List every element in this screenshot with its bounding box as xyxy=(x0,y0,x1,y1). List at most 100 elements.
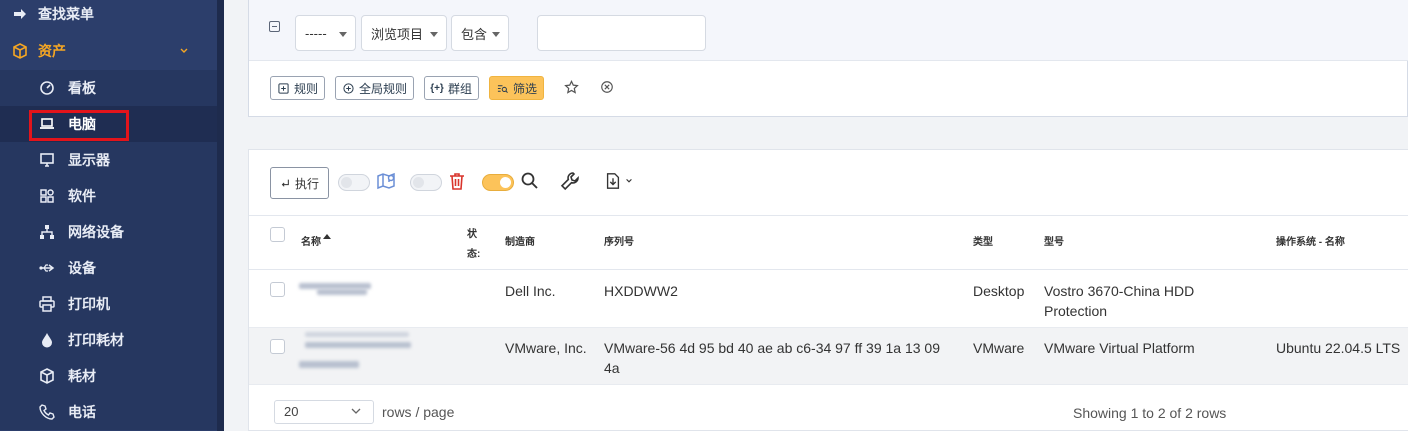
map-toggle[interactable] xyxy=(338,174,370,191)
manufacturer-cell: VMware, Inc. xyxy=(505,340,587,356)
sidebar-item-devices[interactable]: 设备 xyxy=(0,250,217,286)
table-row[interactable]: Dell Inc. HXDDWW2 Desktop Vostro 3670-Ch… xyxy=(249,271,1408,328)
rows-per-page-label: rows / page xyxy=(382,404,455,420)
trash-toggle[interactable] xyxy=(410,174,442,191)
sidebar-item-label: 设备 xyxy=(68,260,96,276)
type-cell: Desktop xyxy=(973,283,1025,299)
printer-icon xyxy=(39,296,55,312)
add-group-button[interactable]: {+} 群组 xyxy=(424,76,480,100)
execute-button[interactable]: 执行 xyxy=(270,167,329,199)
sidebar-item-label: 显示器 xyxy=(68,152,110,168)
filter-button[interactable]: 筛选 xyxy=(489,76,545,100)
select-all-checkbox[interactable] xyxy=(270,227,285,242)
toggle-knob xyxy=(500,177,511,188)
close-circle-icon[interactable] xyxy=(599,79,615,95)
toggle-knob xyxy=(413,177,424,188)
header-manufacturer[interactable]: 制造商 xyxy=(505,233,535,248)
caret-down-icon xyxy=(492,32,500,37)
ink-drop-icon xyxy=(39,332,55,348)
trash-icon[interactable] xyxy=(446,170,468,192)
header-name[interactable]: 名称 xyxy=(301,233,331,248)
sidebar-item-network-devices[interactable]: 网络设备 xyxy=(0,214,217,250)
filter-search-icon xyxy=(496,82,508,94)
sidebar-item-label: 耗材 xyxy=(68,368,96,384)
package-icon xyxy=(39,368,55,384)
wrench-icon[interactable] xyxy=(559,170,581,192)
add-global-rule-button[interactable]: 全局规则 xyxy=(335,76,415,100)
type-cell: VMware xyxy=(973,340,1025,356)
braces-icon: {+} xyxy=(430,82,444,94)
search-icon[interactable] xyxy=(519,170,541,192)
caret-down-icon xyxy=(430,32,438,37)
sort-ascending-icon xyxy=(323,234,331,239)
sidebar-item-label: 打印机 xyxy=(68,296,110,312)
pagination-bar: 20 rows / page Showing 1 to 2 of 2 rows xyxy=(249,390,1408,431)
header-model[interactable]: 型号 xyxy=(1044,233,1064,248)
row-checkbox[interactable] xyxy=(270,282,285,297)
serial-number-cell: HXDDWW2 xyxy=(604,283,678,299)
sidebar-item-label: 软件 xyxy=(68,188,96,204)
plus-square-icon xyxy=(277,82,289,94)
apps-icon xyxy=(39,188,55,204)
sidebar-item-phones[interactable]: 电话 xyxy=(0,394,217,430)
table-header: 名称 状态: 制造商 序列号 类型 型号 操作系统 - 名称 xyxy=(249,216,1408,270)
cube-icon xyxy=(12,43,28,59)
field-select[interactable]: ----- xyxy=(295,15,356,51)
map-icon[interactable] xyxy=(375,170,397,192)
sidebar-item-find-menu[interactable]: 查找菜单 xyxy=(0,0,217,32)
manufacturer-cell: Dell Inc. xyxy=(505,283,556,299)
os-name-cell: Ubuntu 22.04.5 LTS xyxy=(1276,340,1401,356)
monitor-icon xyxy=(39,152,55,168)
export-dropdown-icon[interactable] xyxy=(601,170,635,192)
highlight-annotation-box xyxy=(29,110,129,141)
toggle-knob xyxy=(341,177,352,188)
sidebar: 查找菜单 资产 看板 电脑 显示器 软件 网络设备 设备 打印机 打印耗材 耗材… xyxy=(0,0,217,431)
criteria-value-input[interactable] xyxy=(537,15,706,51)
star-icon[interactable] xyxy=(563,79,579,95)
sidebar-item-consumables[interactable]: 耗材 xyxy=(0,358,217,394)
sidebar-scrollbar[interactable] xyxy=(217,0,224,431)
gauge-icon xyxy=(39,80,55,96)
caret-down-icon xyxy=(339,32,347,37)
sidebar-item-software[interactable]: 软件 xyxy=(0,178,217,214)
sidebar-item-assets[interactable]: 资产 xyxy=(0,33,217,69)
search-criteria-panel: ----- 浏览项目 包含 规则 全局规则 {+} 群组 筛选 xyxy=(248,0,1408,117)
sidebar-item-label: 网络设备 xyxy=(68,224,124,240)
chevron-down-icon xyxy=(351,408,361,414)
sidebar-item-cartridges[interactable]: 打印耗材 xyxy=(0,322,217,358)
plus-circle-icon xyxy=(342,82,354,94)
operator-select[interactable]: 包含 xyxy=(451,15,509,51)
sidebar-item-label: 打印耗材 xyxy=(68,332,124,348)
usb-icon xyxy=(39,260,55,276)
add-rule-button[interactable]: 规则 xyxy=(270,76,326,100)
page-size-select[interactable]: 20 xyxy=(274,400,374,424)
corner-arrow-icon xyxy=(280,178,290,188)
sidebar-item-printers[interactable]: 打印机 xyxy=(0,286,217,322)
main-content: ----- 浏览项目 包含 规则 全局规则 {+} 群组 筛选 执行 名称 状态… xyxy=(224,0,1408,431)
results-panel: 执行 名称 状态: 制造商 序列号 类型 型号 操作系统 - 名称 Dell I… xyxy=(248,149,1408,431)
sidebar-item-label: 查找菜单 xyxy=(38,6,94,22)
header-os-name[interactable]: 操作系统 - 名称 xyxy=(1276,233,1345,248)
massive-actions-toolbar: 执行 xyxy=(249,150,1408,216)
chevron-down-icon xyxy=(180,48,188,53)
table-row[interactable]: VMware, Inc. VMware-56 4d 95 bd 40 ae ab… xyxy=(249,328,1408,385)
item-type-select[interactable]: 浏览项目 xyxy=(361,15,447,51)
header-status[interactable]: 状态: xyxy=(467,225,481,265)
arrow-right-to-bracket-icon xyxy=(12,6,28,22)
sidebar-item-label: 电话 xyxy=(68,404,96,420)
serial-number-cell: VMware-56 4d 95 bd 40 ae ab c6-34 97 ff … xyxy=(604,340,940,376)
sidebar-item-label: 看板 xyxy=(68,80,96,96)
row-checkbox[interactable] xyxy=(270,339,285,354)
sidebar-item-dashboard[interactable]: 看板 xyxy=(0,70,217,106)
model-cell: Vostro 3670-China HDD Protection xyxy=(1044,283,1195,319)
header-serial-number[interactable]: 序列号 xyxy=(604,233,634,248)
sidebar-item-label: 资产 xyxy=(38,43,66,59)
criteria-row: ----- 浏览项目 包含 xyxy=(249,0,1408,61)
header-type[interactable]: 类型 xyxy=(973,233,993,248)
showing-rows-text: Showing 1 to 2 of 2 rows xyxy=(1073,405,1227,421)
network-icon xyxy=(39,224,55,240)
collapse-icon[interactable] xyxy=(269,21,280,32)
phone-icon xyxy=(39,404,55,420)
search-toggle[interactable] xyxy=(482,174,514,191)
sidebar-item-monitors[interactable]: 显示器 xyxy=(0,142,217,178)
